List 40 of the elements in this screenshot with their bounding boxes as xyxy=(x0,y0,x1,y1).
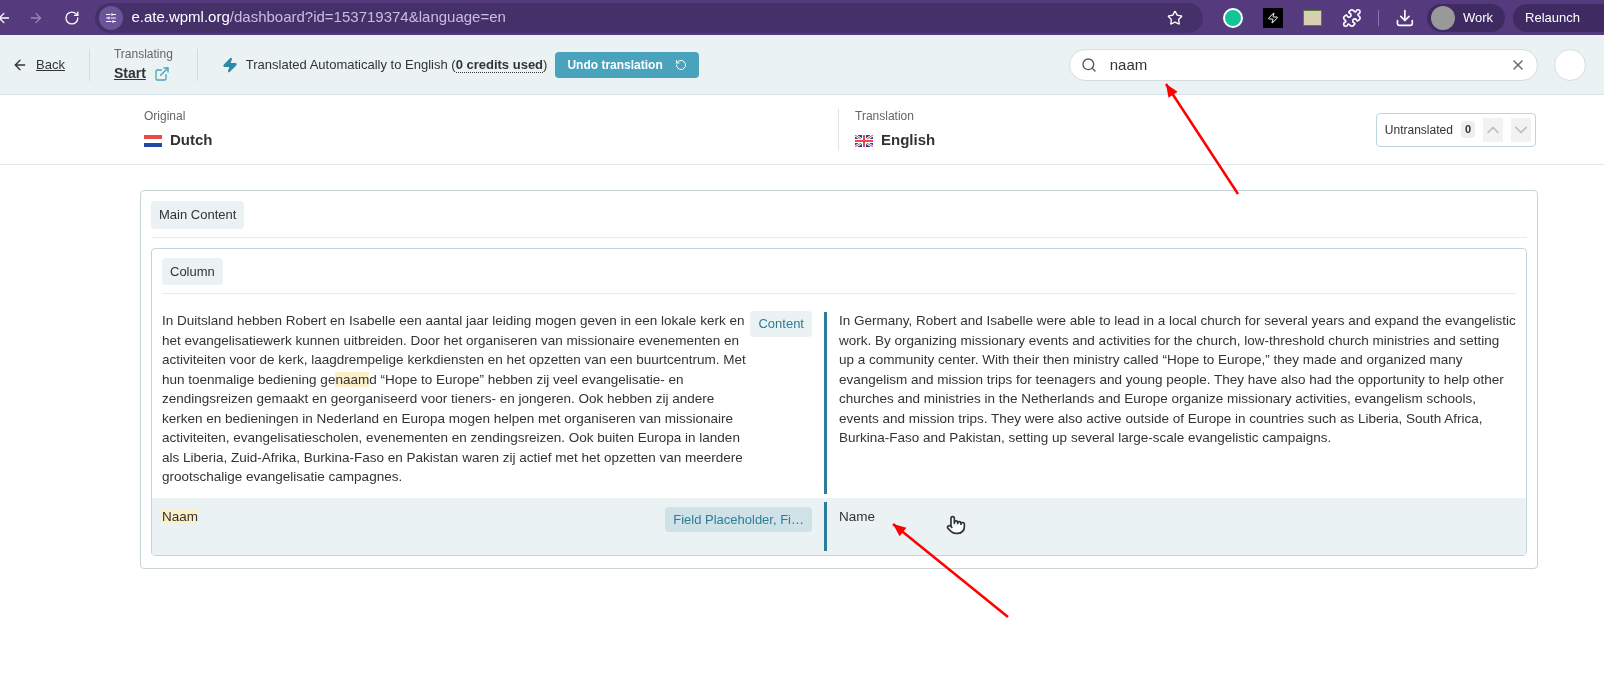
undo-icon xyxy=(674,58,687,71)
search-field[interactable]: naam xyxy=(1068,48,1538,81)
back-link[interactable]: Back xyxy=(12,54,65,75)
site-settings-icon[interactable] xyxy=(99,5,124,30)
search-icon xyxy=(1080,56,1097,73)
uk-flag-icon xyxy=(855,134,873,147)
main-content-tag: Main Content xyxy=(151,201,245,229)
status-text: Translated Automatically to English (0 credits used) xyxy=(245,55,548,75)
g-extension-icon[interactable] xyxy=(1223,7,1243,28)
segment-type-tag: Content xyxy=(750,311,812,337)
column-tag: Column xyxy=(162,257,223,285)
translation-text[interactable]: In Germany, Robert and Isabelle were able to lead in a local church for several years and expand the evangelistic work. By organizing missionary events and activities for the church, low-threshold church ministries and setting up a community center. With their then ministry called “Hope to Europe,” they made and organized many evangelism and mission trips for teenagers and young people. They have also had the opportunity to help other churches and ministries in the Netherlands and Europe organize missionary activities, evangelism schools, events and mission trips. They were also active outside of Europe in countries such as Liberia, South Africa, Burkina-Faso and Pakistan, setting up several large-scale evangelistic campaigns. xyxy=(839,311,1518,448)
source-text: Naam xyxy=(162,507,200,526)
bookmark-star-icon[interactable] xyxy=(1167,9,1184,26)
extensions-icon[interactable] xyxy=(1342,7,1363,28)
card-extension-icon[interactable] xyxy=(1302,9,1323,26)
translation-label: Translation xyxy=(855,108,915,126)
translating-label: Translating xyxy=(113,46,173,63)
translation-text[interactable]: Name xyxy=(839,500,1518,526)
relaunch-button[interactable]: Relaunch xyxy=(1513,3,1604,32)
avatar-icon xyxy=(1430,5,1455,30)
source-text: In Duitsland hebben Robert en Isabelle een aantal jaar leiding mogen geven in een lokale kerk en het evangelisatiewerk kunnen uitbreiden. Door het organiseren van missionaire evenementen en activiteiten voor de kerk, laagdrempelige kerkdiensten en het opzetten van een buurtcentrum. Met hun toenmalige bediening genaamd “Hope to Europe” hebben zij veel evangelisatie- en zendingsreizen gemaakt en georganiseerd voor tieners- en jongeren. Ook hebben zij andere kerken en bedieningen in Nederland en Europa mogen helpen met organiseren van missionaire activiteiten, evangelisatiescholen, evenementen en zendingsreizen. Ook buiten Europa in landen als Liberia, Zuid-Afrika, Burkina-Faso en Pakistan waren zij actief met het opzetten van meerdere grootschalige evangelisatie campagnes. xyxy=(162,312,747,486)
original-language: Dutch xyxy=(170,130,213,151)
original-label: Original xyxy=(144,108,187,126)
hand-cursor-icon xyxy=(946,515,966,535)
address-bar[interactable]: e.ate.wpml.org/dashboard?id=153719374&language=en xyxy=(95,2,1204,33)
untranslated-label: Untranslated xyxy=(1384,121,1453,139)
lightning-icon xyxy=(221,56,238,73)
url-text: e.ate.wpml.org/dashboard?id=153719374&language=en xyxy=(131,7,506,28)
external-link-icon[interactable] xyxy=(153,65,170,82)
profile-button[interactable]: Work xyxy=(1426,3,1506,32)
untranslated-count: 0 xyxy=(1460,121,1475,138)
translation-language: English xyxy=(881,130,936,151)
bolt-extension-icon[interactable] xyxy=(1262,7,1283,28)
reload-icon[interactable] xyxy=(63,9,80,26)
download-icon[interactable] xyxy=(1395,7,1415,28)
start-link[interactable]: Start xyxy=(113,63,146,84)
segment-row[interactable]: Naam Field Placeholder, Fi… Name xyxy=(152,497,1526,555)
netherlands-flag-icon xyxy=(144,134,162,147)
segment-type-tag: Field Placeholder, Fi… xyxy=(665,506,812,532)
